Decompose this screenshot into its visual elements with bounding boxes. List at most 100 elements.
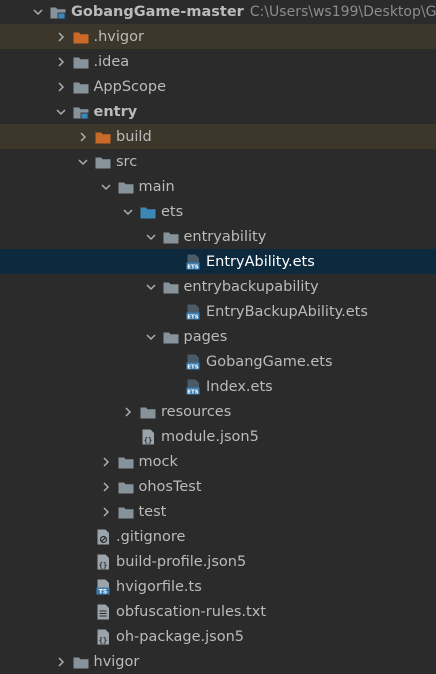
tree-item-label: .idea [93, 53, 130, 70]
tree-item-label: .gitignore [116, 528, 186, 545]
chevron-right-icon[interactable] [53, 74, 69, 99]
tree-row[interactable]: test [0, 499, 436, 524]
module-folder-icon [72, 103, 90, 121]
tree-row[interactable]: obfuscation-rules.txt [0, 599, 436, 624]
chevron-right-icon[interactable] [75, 124, 91, 149]
tree-row[interactable]: build [0, 124, 436, 149]
folder-icon [117, 478, 135, 496]
json-file-icon: {} [94, 553, 112, 571]
project-tree: GobangGame-master C:\Users\ws199\Desktop\… [0, 0, 436, 672]
svg-text:ETS: ETS [187, 389, 199, 395]
chevron-down-icon[interactable] [120, 199, 136, 224]
chevron-down-icon[interactable] [53, 99, 69, 124]
tree-item-label: src [116, 153, 138, 170]
tree-row[interactable]: ETS EntryBackupAbility.ets [0, 299, 436, 324]
tree-item-label: ets [161, 203, 184, 220]
chevron-right-icon[interactable] [120, 399, 136, 424]
tree-item-label: main [138, 178, 175, 195]
folder-icon [139, 403, 157, 421]
gitignore-file-icon [94, 528, 112, 546]
tree-row[interactable]: {} build-profile.json5 [0, 549, 436, 574]
tree-item-label: ohosTest [138, 478, 202, 495]
folder-icon [162, 278, 180, 296]
tree-row[interactable]: ETS GobangGame.ets [0, 349, 436, 374]
folder-icon [72, 653, 90, 671]
tree-item-label: entryability [183, 228, 267, 245]
tree-item-label: Index.ets [206, 378, 273, 395]
tree-item-label: hvigorfile.ts [116, 578, 202, 595]
tree-item-label: resources [161, 403, 232, 420]
tree-item-label: test [138, 503, 167, 520]
tree-row[interactable]: src [0, 149, 436, 174]
chevron-down-icon[interactable] [75, 149, 91, 174]
tree-item-label: hvigor [93, 653, 140, 670]
folder-icon [117, 178, 135, 196]
json-file-icon: {} [94, 628, 112, 646]
chevron-right-icon[interactable] [53, 649, 69, 674]
chevron-right-icon[interactable] [98, 449, 114, 474]
folder-excluded-icon [94, 128, 112, 146]
tree-item-label: build-profile.json5 [116, 553, 247, 570]
chevron-right-icon[interactable] [53, 24, 69, 49]
tree-row[interactable]: .hvigor [0, 24, 436, 49]
tree-row[interactable]: mock [0, 449, 436, 474]
folder-icon [162, 228, 180, 246]
tree-item-label: build [116, 128, 152, 145]
folder-icon [72, 53, 90, 71]
tree-row[interactable]: .idea [0, 49, 436, 74]
tree-row[interactable]: pages [0, 324, 436, 349]
tree-row[interactable]: ETS Index.ets [0, 374, 436, 399]
tree-row[interactable]: {} oh-package.json5 [0, 624, 436, 649]
tree-row[interactable]: entrybackupability [0, 274, 436, 299]
chevron-right-icon[interactable] [98, 474, 114, 499]
tree-row[interactable]: AppScope [0, 74, 436, 99]
tree-row[interactable]: entryability [0, 224, 436, 249]
folder-icon [117, 503, 135, 521]
tree-row[interactable]: ETS EntryAbility.ets [0, 249, 436, 274]
ets-file-icon: ETS [184, 253, 202, 271]
tree-row[interactable]: .gitignore [0, 524, 436, 549]
tree-item-label: EntryBackupAbility.ets [206, 303, 368, 320]
tree-item-label: entry [93, 103, 138, 120]
svg-text:ETS: ETS [187, 314, 199, 320]
folder-icon [94, 153, 112, 171]
folder-icon [162, 328, 180, 346]
chevron-down-icon[interactable] [143, 224, 159, 249]
svg-text:{}: {} [144, 436, 152, 444]
svg-text:ETS: ETS [187, 364, 199, 370]
chevron-right-icon[interactable] [53, 49, 69, 74]
tree-item-label: obfuscation-rules.txt [116, 603, 267, 620]
tree-item-label: entrybackupability [183, 278, 319, 295]
tree-row[interactable]: resources [0, 399, 436, 424]
json-file-icon: {} [139, 428, 157, 446]
chevron-down-icon[interactable] [143, 274, 159, 299]
folder-icon [117, 453, 135, 471]
tree-row[interactable]: ets [0, 199, 436, 224]
svg-text:{}: {} [99, 636, 107, 644]
tree-row[interactable]: main [0, 174, 436, 199]
chevron-down-icon[interactable] [98, 174, 114, 199]
tree-item-label: GobangGame.ets [206, 353, 333, 370]
tree-row[interactable]: TS hvigorfile.ts [0, 574, 436, 599]
svg-text:TS: TS [99, 588, 107, 595]
tree-item-label: EntryAbility.ets [206, 253, 315, 270]
tree-item-label: GobangGame-master [71, 3, 244, 20]
chevron-down-icon[interactable] [30, 0, 46, 24]
tree-row[interactable]: ohosTest [0, 474, 436, 499]
ets-file-icon: ETS [184, 378, 202, 396]
ets-file-icon: ETS [184, 303, 202, 321]
tree-row[interactable]: entry [0, 99, 436, 124]
tree-item-label: AppScope [93, 78, 167, 95]
tree-row[interactable]: hvigor [0, 649, 436, 674]
chevron-down-icon[interactable] [143, 324, 159, 349]
text-file-icon [94, 603, 112, 621]
ets-file-icon: ETS [184, 353, 202, 371]
tree-item-label: mock [138, 453, 178, 470]
tree-item-label: .hvigor [93, 28, 144, 45]
svg-text:ETS: ETS [187, 264, 199, 270]
tree-item-label: pages [183, 328, 228, 345]
tree-row[interactable]: {} module.json5 [0, 424, 436, 449]
chevron-right-icon[interactable] [98, 499, 114, 524]
tree-row[interactable]: GobangGame-master C:\Users\ws199\Desktop\… [0, 0, 436, 24]
module-folder-icon [49, 3, 67, 21]
